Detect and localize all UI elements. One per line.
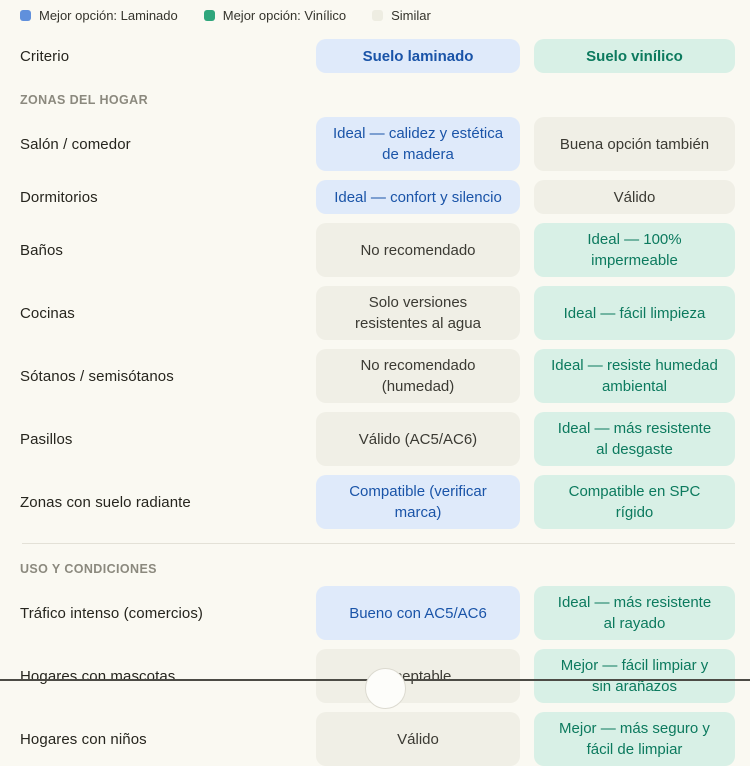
legend-swatch-blue-icon bbox=[20, 10, 31, 21]
section-divider bbox=[22, 543, 735, 544]
criterion-label: Hogares con niños bbox=[20, 731, 302, 748]
cell-vinilico: Mejor — más seguro y fácil de limpiar bbox=[534, 712, 735, 766]
cell-vinilico: Ideal — 100% impermeable bbox=[534, 223, 735, 277]
table-row: Tráfico intenso (comercios) Bueno con AC5… bbox=[20, 586, 735, 640]
cell-vinilico: Válido bbox=[534, 180, 735, 214]
cell-laminado: Solo versiones resistentes al agua bbox=[316, 286, 520, 340]
legend-swatch-neutral-icon bbox=[372, 10, 383, 21]
table-row: Salón / comedor Ideal — calidez y estétic… bbox=[20, 117, 735, 171]
cell-vinilico: Ideal — fácil limpieza bbox=[534, 286, 735, 340]
cell-vinilico: Ideal — más resistente al rayado bbox=[534, 586, 735, 640]
cell-laminado: Compatible (verificar marca) bbox=[316, 475, 520, 529]
legend-item-similar: Similar bbox=[372, 8, 431, 23]
section-title: USO Y CONDICIONES bbox=[20, 562, 735, 576]
table-row: Zonas con suelo radiante Compatible (veri… bbox=[20, 475, 735, 529]
cell-laminado: No recomendado bbox=[316, 223, 520, 277]
scroll-handle-button[interactable] bbox=[365, 668, 406, 709]
legend-swatch-green-icon bbox=[204, 10, 215, 21]
criterion-header: Criterio bbox=[20, 48, 302, 65]
column-header-vinilico: Suelo vinílico bbox=[534, 39, 735, 73]
cell-laminado: Aceptable bbox=[316, 649, 520, 703]
criterion-label: Dormitorios bbox=[20, 189, 302, 206]
legend-label: Mejor opción: Vinílico bbox=[223, 8, 346, 23]
cell-laminado: No recomendado (humedad) bbox=[316, 349, 520, 403]
table-row: Pasillos Válido (AC5/AC6) Ideal — más resi… bbox=[20, 412, 735, 466]
legend: Mejor opción: Laminado Mejor opción: Vin… bbox=[20, 8, 735, 23]
criterion-label: Sótanos / semisótanos bbox=[20, 368, 302, 385]
cell-vinilico: Mejor — fácil limpiar y sin arañazos bbox=[534, 649, 735, 703]
criterion-label: Tráfico intenso (comercios) bbox=[20, 605, 302, 622]
cell-vinilico: Buena opción también bbox=[534, 117, 735, 171]
table-row: Cocinas Solo versiones resistentes al agu… bbox=[20, 286, 735, 340]
criterion-label: Zonas con suelo radiante bbox=[20, 494, 302, 511]
column-header-laminado: Suelo laminado bbox=[316, 39, 520, 73]
cell-vinilico: Ideal — resiste humedad ambiental bbox=[534, 349, 735, 403]
table-row: Dormitorios Ideal — confort y silencio Vál… bbox=[20, 180, 735, 214]
cell-laminado: Ideal — confort y silencio bbox=[316, 180, 520, 214]
legend-label: Mejor opción: Laminado bbox=[39, 8, 178, 23]
cell-laminado: Bueno con AC5/AC6 bbox=[316, 586, 520, 640]
legend-label: Similar bbox=[391, 8, 431, 23]
table-header-row: Criterio Suelo laminado Suelo vinílico bbox=[20, 39, 735, 73]
cell-laminado: Ideal — calidez y estética de madera bbox=[316, 117, 520, 171]
table-row: Baños No recomendado Ideal — 100% impermea… bbox=[20, 223, 735, 277]
cell-vinilico: Ideal — más resistente al desgaste bbox=[534, 412, 735, 466]
legend-item-vinilico: Mejor opción: Vinílico bbox=[204, 8, 346, 23]
table-row: Hogares con niños Válido Mejor — más segur… bbox=[20, 712, 735, 766]
cell-laminado: Válido bbox=[316, 712, 520, 766]
criterion-label: Pasillos bbox=[20, 431, 302, 448]
criterion-label: Salón / comedor bbox=[20, 136, 302, 153]
criterion-label: Baños bbox=[20, 242, 302, 259]
criterion-label: Cocinas bbox=[20, 305, 302, 322]
cell-vinilico: Compatible en SPC rígido bbox=[534, 475, 735, 529]
cell-laminado: Válido (AC5/AC6) bbox=[316, 412, 520, 466]
comparison-table: Mejor opción: Laminado Mejor opción: Vin… bbox=[0, 0, 750, 766]
table-body: ZONAS DEL HOGAR Salón / comedor Ideal — ca… bbox=[20, 93, 735, 766]
table-row: Sótanos / semisótanos No recomendado (hum… bbox=[20, 349, 735, 403]
section-title: ZONAS DEL HOGAR bbox=[20, 93, 735, 107]
legend-item-laminado: Mejor opción: Laminado bbox=[20, 8, 178, 23]
criterion-label: Hogares con mascotas bbox=[20, 668, 302, 685]
